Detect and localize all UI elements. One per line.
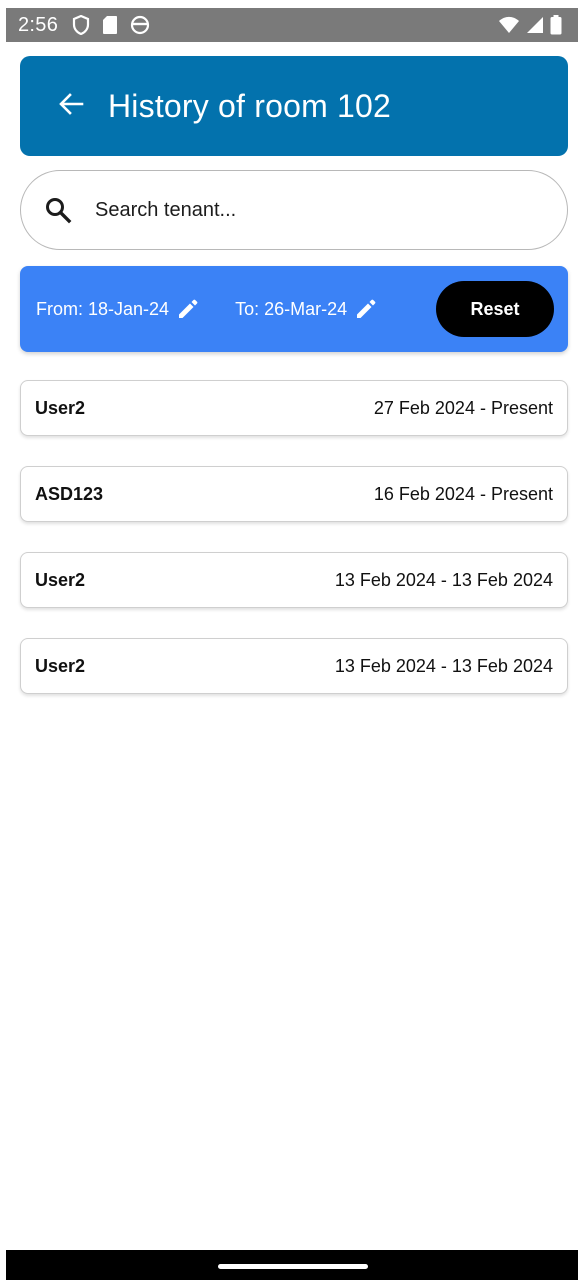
tenant-name: User2 (35, 397, 86, 418)
tenant-name: ASD123 (35, 483, 104, 504)
tenant-row[interactable]: User2 13 Feb 2024 - 13 Feb 2024 (20, 552, 568, 608)
tenant-row[interactable]: User2 13 Feb 2024 - 13 Feb 2024 (20, 638, 568, 694)
from-date-label: From: 18-Jan-24 (36, 298, 170, 319)
status-bar: 2:56 (6, 8, 578, 42)
battery-icon (550, 15, 562, 35)
reset-button[interactable]: Reset (436, 281, 554, 337)
screen: 2:56 History of room 102 Search tenant..… (6, 8, 578, 1280)
search-icon (43, 195, 73, 225)
shield-icon (72, 15, 90, 35)
from-date-selector[interactable]: From: 18-Jan-24 (36, 298, 199, 320)
tenant-date-range: 27 Feb 2024 - Present (373, 397, 553, 418)
arrow-back-icon (58, 92, 84, 121)
app-bar: History of room 102 (20, 56, 568, 156)
status-right-icons (498, 15, 562, 35)
status-time: 2:56 (18, 13, 59, 36)
pencil-icon[interactable] (355, 298, 377, 320)
tenant-history-list: User2 27 Feb 2024 - Present ASD123 16 Fe… (20, 380, 568, 724)
tenant-date-range: 13 Feb 2024 - 13 Feb 2024 (334, 655, 553, 676)
system-navigation-bar (6, 1250, 578, 1280)
back-button[interactable] (56, 91, 86, 121)
page-title: History of room 102 (108, 87, 392, 124)
pencil-icon[interactable] (177, 298, 199, 320)
tenant-name: User2 (35, 655, 86, 676)
tenant-date-range: 16 Feb 2024 - Present (373, 483, 553, 504)
search-bar[interactable] (20, 170, 568, 250)
date-filter-bar: From: 18-Jan-24 To: 26-Mar-24 Reset (20, 266, 568, 352)
tenant-name: User2 (35, 569, 86, 590)
home-gesture-handle[interactable] (218, 1264, 368, 1269)
status-left-icons (72, 15, 150, 35)
tenant-date-range: 13 Feb 2024 - 13 Feb 2024 (334, 569, 553, 590)
tenant-row[interactable]: ASD123 16 Feb 2024 - Present (20, 466, 568, 522)
wifi-icon (498, 16, 520, 34)
tenant-row[interactable]: User2 27 Feb 2024 - Present (20, 380, 568, 436)
to-date-label: To: 26-Mar-24 (235, 298, 348, 319)
signal-icon (526, 16, 544, 34)
sd-card-icon (102, 15, 118, 35)
search-input[interactable] (95, 198, 495, 222)
circle-face-icon (130, 15, 150, 35)
to-date-selector[interactable]: To: 26-Mar-24 (235, 298, 377, 320)
